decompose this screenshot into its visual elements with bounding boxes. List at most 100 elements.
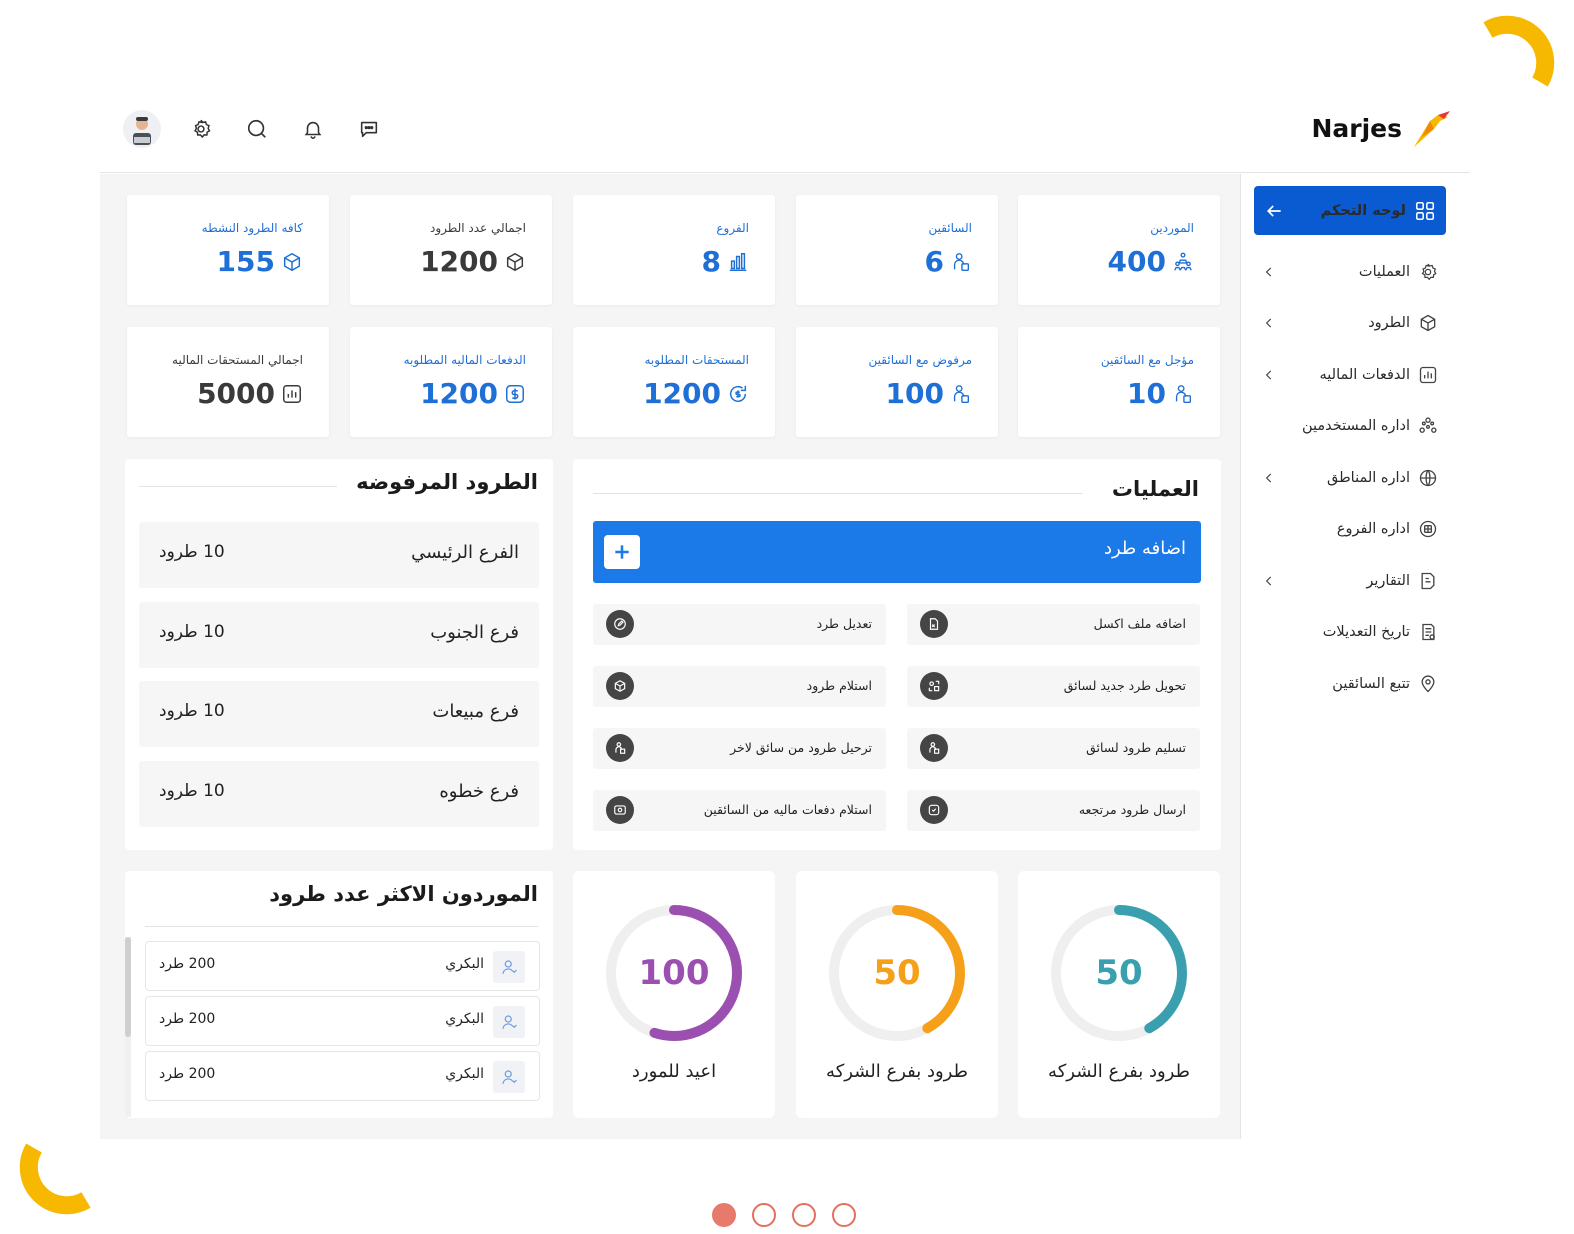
stat-card-rejected[interactable]: مرفوض مع السائقين 100	[796, 327, 998, 437]
report-icon	[1421, 572, 1435, 589]
bell-icon[interactable]	[296, 112, 330, 146]
stat-card-required-payments[interactable]: الدفعات الماليه المطلوبه 1200	[350, 327, 552, 437]
stat-title: مؤجل مع السائقين	[1100, 353, 1194, 367]
supplier-row[interactable]: البكري 200 طرد	[145, 941, 540, 991]
branch-name: فرع الجنوب	[430, 622, 519, 643]
rejected-row[interactable]: فرع الجنوب 10 طرود	[139, 602, 539, 668]
stat-card-total-parcels[interactable]: اجمالي عدد الطرود 1200	[350, 195, 552, 305]
op-move-between-drivers[interactable]: ترحيل طرود من سائق لاخر	[593, 728, 886, 769]
parcel-count: 200 طرد	[159, 956, 216, 972]
stat-value: 155	[216, 245, 275, 278]
sidebar-item-driver-tracking[interactable]: تتبع السائقين	[1254, 658, 1446, 710]
stat-title: اجمالي المستحقات الماليه	[172, 353, 303, 367]
sidebar-item-users[interactable]: اداره المستخدمين	[1254, 401, 1446, 453]
search-icon[interactable]	[240, 112, 274, 146]
donut-card-returned[interactable]: 100 اعيد للمورد	[573, 871, 775, 1118]
supplier-row[interactable]: البكري 200 طرد	[145, 996, 540, 1046]
stat-title: الفروع	[716, 221, 749, 235]
sidebar-item-branches[interactable]: اداره الفروع	[1254, 504, 1446, 556]
stat-title: كافه الطرود النشطه	[201, 221, 303, 235]
sidebar-divider	[1240, 174, 1241, 1139]
chevron-left-icon	[1265, 267, 1272, 277]
dollar-icon	[506, 384, 524, 403]
gear-icon[interactable]	[184, 112, 218, 146]
supplier-name: البكري	[445, 1066, 484, 1082]
op-transfer-new[interactable]: تحويل طرد جديد لسائق	[907, 666, 1200, 707]
stat-title: الدفعات الماليه المطلوبه	[403, 353, 526, 367]
sidebar-item-label: تاريخ التعديلات	[1322, 624, 1410, 641]
top-header: Narjes	[100, 95, 1470, 173]
op-label: استلام دفعات ماليه من السائقين	[703, 802, 872, 817]
scrollbar-thumb[interactable]	[125, 937, 131, 1037]
supplier-row[interactable]: البكري 200 طرد	[145, 1051, 540, 1101]
stat-card-postponed[interactable]: مؤجل مع السائقين 10	[1018, 327, 1220, 437]
sidebar-item-label: التقارير	[1366, 572, 1410, 589]
op-edit-parcel[interactable]: تعديل طرد	[593, 604, 886, 645]
op-send-returns[interactable]: ارسال طرود مرتجعه	[907, 790, 1200, 831]
op-deliver-to-driver[interactable]: تسليم طرود لسائق	[907, 728, 1200, 769]
op-add-excel[interactable]: اضافه ملف اكسل	[907, 604, 1200, 645]
transfer-icon	[920, 672, 948, 700]
rejected-row[interactable]: فرع مبيعات 10 طرود	[139, 681, 539, 747]
donut-value: 100	[638, 953, 710, 993]
stat-card-dues[interactable]: المستحقات المطلوبه 1200	[573, 327, 775, 437]
title-divider	[145, 926, 538, 927]
parcel-count: 200 طرد	[159, 1011, 216, 1027]
suppliers-icon	[1174, 252, 1192, 271]
stat-title: الموردين	[1150, 221, 1194, 235]
refresh-dollar-icon	[730, 385, 747, 402]
sidebar-item-label: اداره المستخدمين	[1301, 418, 1410, 435]
op-label: اضافه ملف اكسل	[1093, 616, 1186, 631]
brand-logo[interactable]: Narjes	[1311, 107, 1452, 149]
stat-card-suppliers[interactable]: الموردين 400	[1018, 195, 1220, 305]
sidebar-item-history[interactable]: تاريخ التعديلات	[1254, 607, 1446, 659]
stat-value: 6	[924, 245, 944, 278]
donut-card-company-branch[interactable]: 50 طرود بفرع الشركه	[1018, 871, 1220, 1118]
stat-value: 5000	[197, 377, 275, 410]
stat-card-total-dues[interactable]: اجمالي المستحقات الماليه 5000	[127, 327, 329, 437]
chevron-left-icon	[1265, 576, 1272, 586]
supplier-name: البكري	[445, 1011, 484, 1027]
globe-icon	[1419, 469, 1437, 486]
branch-name: فرع خطوه	[439, 781, 519, 802]
donut-label: طرود بفرع الشركه	[826, 1061, 968, 1082]
file-icon	[920, 610, 948, 638]
stat-card-drivers[interactable]: السائقين 6	[796, 195, 998, 305]
sidebar-item-parcels[interactable]: الطرود	[1254, 298, 1446, 350]
sidebar-item-reports[interactable]: التقارير	[1254, 555, 1446, 607]
user-avatar[interactable]	[122, 109, 162, 149]
page-dot-2[interactable]	[752, 1203, 776, 1227]
chat-icon[interactable]	[352, 112, 386, 146]
branch-icon	[1419, 521, 1437, 538]
donut-value: 50	[1095, 953, 1143, 993]
stat-title: المستحقات المطلوبه	[644, 353, 749, 367]
page-dot-1[interactable]	[712, 1203, 736, 1227]
op-receive-parcels[interactable]: استلام طرود	[593, 666, 886, 707]
rejected-title: الطرود المرفوضه	[356, 470, 538, 494]
stat-card-active-parcels[interactable]: كافه الطرود النشطه 155	[127, 195, 329, 305]
title-divider	[593, 493, 1083, 494]
op-receive-payments[interactable]: استلام دفعات ماليه من السائقين	[593, 790, 886, 831]
operations-title: العمليات	[1111, 477, 1199, 501]
sidebar-item-dashboard[interactable]: لوحه التحكم	[1254, 186, 1446, 235]
rejected-row[interactable]: الفرع الرئيسي 10 طرود	[139, 522, 539, 588]
scrollbar[interactable]	[125, 937, 131, 1117]
page-dot-3[interactable]	[792, 1203, 816, 1227]
add-parcel-button[interactable]: اضافه طرد	[593, 521, 1201, 583]
stat-card-branches[interactable]: الفروع 8	[573, 195, 775, 305]
sidebar-item-payments[interactable]: الدفعات الماليه	[1254, 349, 1446, 401]
page-dot-4[interactable]	[832, 1203, 856, 1227]
chart-icon	[1419, 366, 1437, 383]
user-icon	[493, 1061, 525, 1093]
decorative-arc-bottom-left	[19, 1143, 91, 1215]
rejected-row[interactable]: فرع خطوه 10 طرود	[139, 761, 539, 827]
op-label: تسليم طرود لسائق	[1086, 740, 1186, 755]
sidebar-item-operations[interactable]: العمليات	[1254, 246, 1446, 298]
box-icon	[1420, 314, 1436, 332]
chart-icon	[283, 384, 301, 403]
sidebar-item-label: الدفعات الماليه	[1319, 366, 1410, 383]
sidebar-item-regions[interactable]: اداره المناطق	[1254, 452, 1446, 504]
donut-card-company-branch-2[interactable]: 50 طرود بفرع الشركه	[796, 871, 998, 1118]
user-icon	[493, 1006, 525, 1038]
stat-title: مرفوض مع السائقين	[868, 353, 972, 367]
